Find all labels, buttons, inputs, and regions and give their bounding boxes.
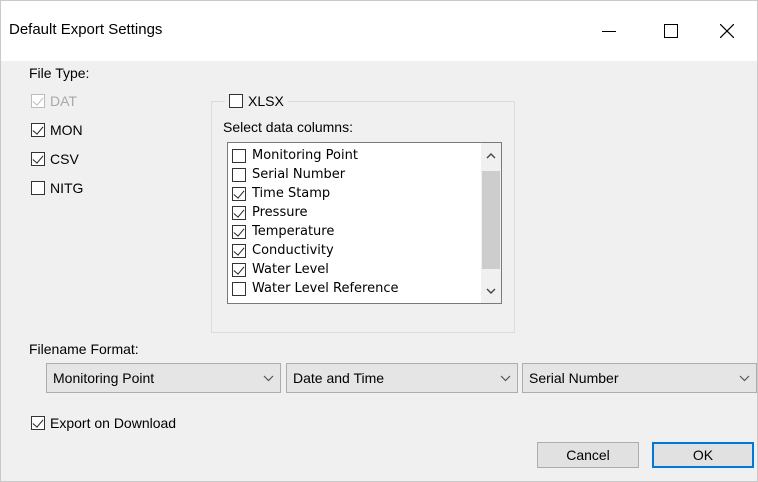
list-item-label: Time Stamp bbox=[252, 186, 331, 201]
select-value: Date and Time bbox=[293, 370, 385, 386]
select-value: Monitoring Point bbox=[53, 370, 155, 386]
checkbox-label: NITG bbox=[50, 180, 84, 196]
column-temperature[interactable]: Temperature bbox=[232, 222, 334, 241]
checkbox-box bbox=[232, 262, 246, 277]
chevron-down-icon bbox=[500, 375, 511, 381]
title-bar: Default Export Settings bbox=[1, 1, 757, 61]
checkbox-box bbox=[31, 181, 45, 195]
filename-part2-select[interactable]: Date and Time bbox=[286, 363, 518, 393]
file-type-mon-checkbox[interactable]: MON bbox=[31, 122, 83, 138]
maximize-icon bbox=[664, 24, 678, 38]
file-type-label: File Type: bbox=[29, 65, 90, 81]
list-item-label: Monitoring Point bbox=[252, 148, 358, 163]
file-type-csv-checkbox[interactable]: CSV bbox=[31, 151, 79, 167]
column-water-level[interactable]: Water Level bbox=[232, 260, 329, 279]
chevron-down-icon bbox=[739, 375, 750, 381]
file-type-nitg-checkbox[interactable]: NITG bbox=[31, 180, 83, 196]
list-item-label: Water Level bbox=[252, 262, 329, 277]
checkbox-box bbox=[232, 186, 246, 201]
checkbox-box bbox=[232, 224, 246, 239]
listbox-scrollbar[interactable] bbox=[481, 143, 501, 303]
list-item-label: Pressure bbox=[252, 205, 308, 220]
checkbox-label: Export on Download bbox=[50, 415, 177, 431]
column-serial-number[interactable]: Serial Number bbox=[232, 165, 345, 184]
checkbox-label: CSV bbox=[50, 151, 79, 167]
checkbox-box bbox=[31, 152, 45, 166]
checkbox-box bbox=[31, 416, 45, 430]
filename-format-label: Filename Format: bbox=[29, 341, 139, 357]
column-pressure[interactable]: Pressure bbox=[232, 203, 308, 222]
checkbox-box bbox=[232, 243, 246, 258]
checkbox-box bbox=[31, 123, 45, 137]
checkbox-label: MON bbox=[50, 122, 83, 138]
xlsx-checkbox[interactable]: XLSX bbox=[225, 93, 288, 109]
maximize-button[interactable] bbox=[643, 1, 699, 61]
file-type-dat-checkbox[interactable]: DAT bbox=[31, 93, 77, 109]
column-water-level-reference[interactable]: Water Level Reference bbox=[232, 279, 398, 298]
list-item-label: Water Level Reference bbox=[252, 281, 399, 296]
filename-part1-select[interactable]: Monitoring Point bbox=[46, 363, 281, 393]
scroll-up-icon[interactable] bbox=[481, 146, 501, 166]
filename-part3-select[interactable]: Serial Number bbox=[522, 363, 757, 393]
export-on-download-checkbox[interactable]: Export on Download bbox=[31, 415, 176, 431]
select-columns-label: Select data columns: bbox=[223, 119, 353, 135]
select-value: Serial Number bbox=[529, 370, 619, 386]
export-settings-dialog: Default Export Settings File Type: DAT M… bbox=[0, 0, 758, 482]
scroll-thumb[interactable] bbox=[482, 171, 500, 269]
column-monitoring-point[interactable]: Monitoring Point bbox=[232, 146, 358, 165]
data-columns-listbox[interactable]: Monitoring Point Serial Number Time Stam… bbox=[227, 142, 502, 304]
cancel-button[interactable]: Cancel bbox=[537, 442, 639, 468]
window-title: Default Export Settings bbox=[9, 21, 163, 38]
minimize-icon bbox=[602, 30, 616, 32]
checkbox-label: DAT bbox=[50, 93, 77, 109]
list-item-label: Temperature bbox=[252, 224, 335, 239]
column-time-stamp[interactable]: Time Stamp bbox=[232, 184, 330, 203]
checkbox-box bbox=[232, 281, 246, 296]
close-button[interactable] bbox=[699, 1, 755, 61]
checkbox-box bbox=[232, 148, 246, 163]
column-conductivity[interactable]: Conductivity bbox=[232, 241, 334, 260]
close-icon bbox=[720, 24, 734, 38]
list-item-label: Serial Number bbox=[252, 167, 346, 182]
scroll-down-icon[interactable] bbox=[481, 281, 501, 301]
xlsx-label: XLSX bbox=[248, 93, 284, 109]
list-item-label: Conductivity bbox=[252, 243, 334, 258]
chevron-down-icon bbox=[263, 375, 274, 381]
ok-button[interactable]: OK bbox=[652, 442, 754, 468]
checkbox-box bbox=[229, 94, 243, 108]
checkbox-box bbox=[232, 167, 246, 182]
checkbox-box bbox=[232, 205, 246, 220]
minimize-button[interactable] bbox=[581, 1, 637, 61]
checkbox-box bbox=[31, 94, 45, 108]
